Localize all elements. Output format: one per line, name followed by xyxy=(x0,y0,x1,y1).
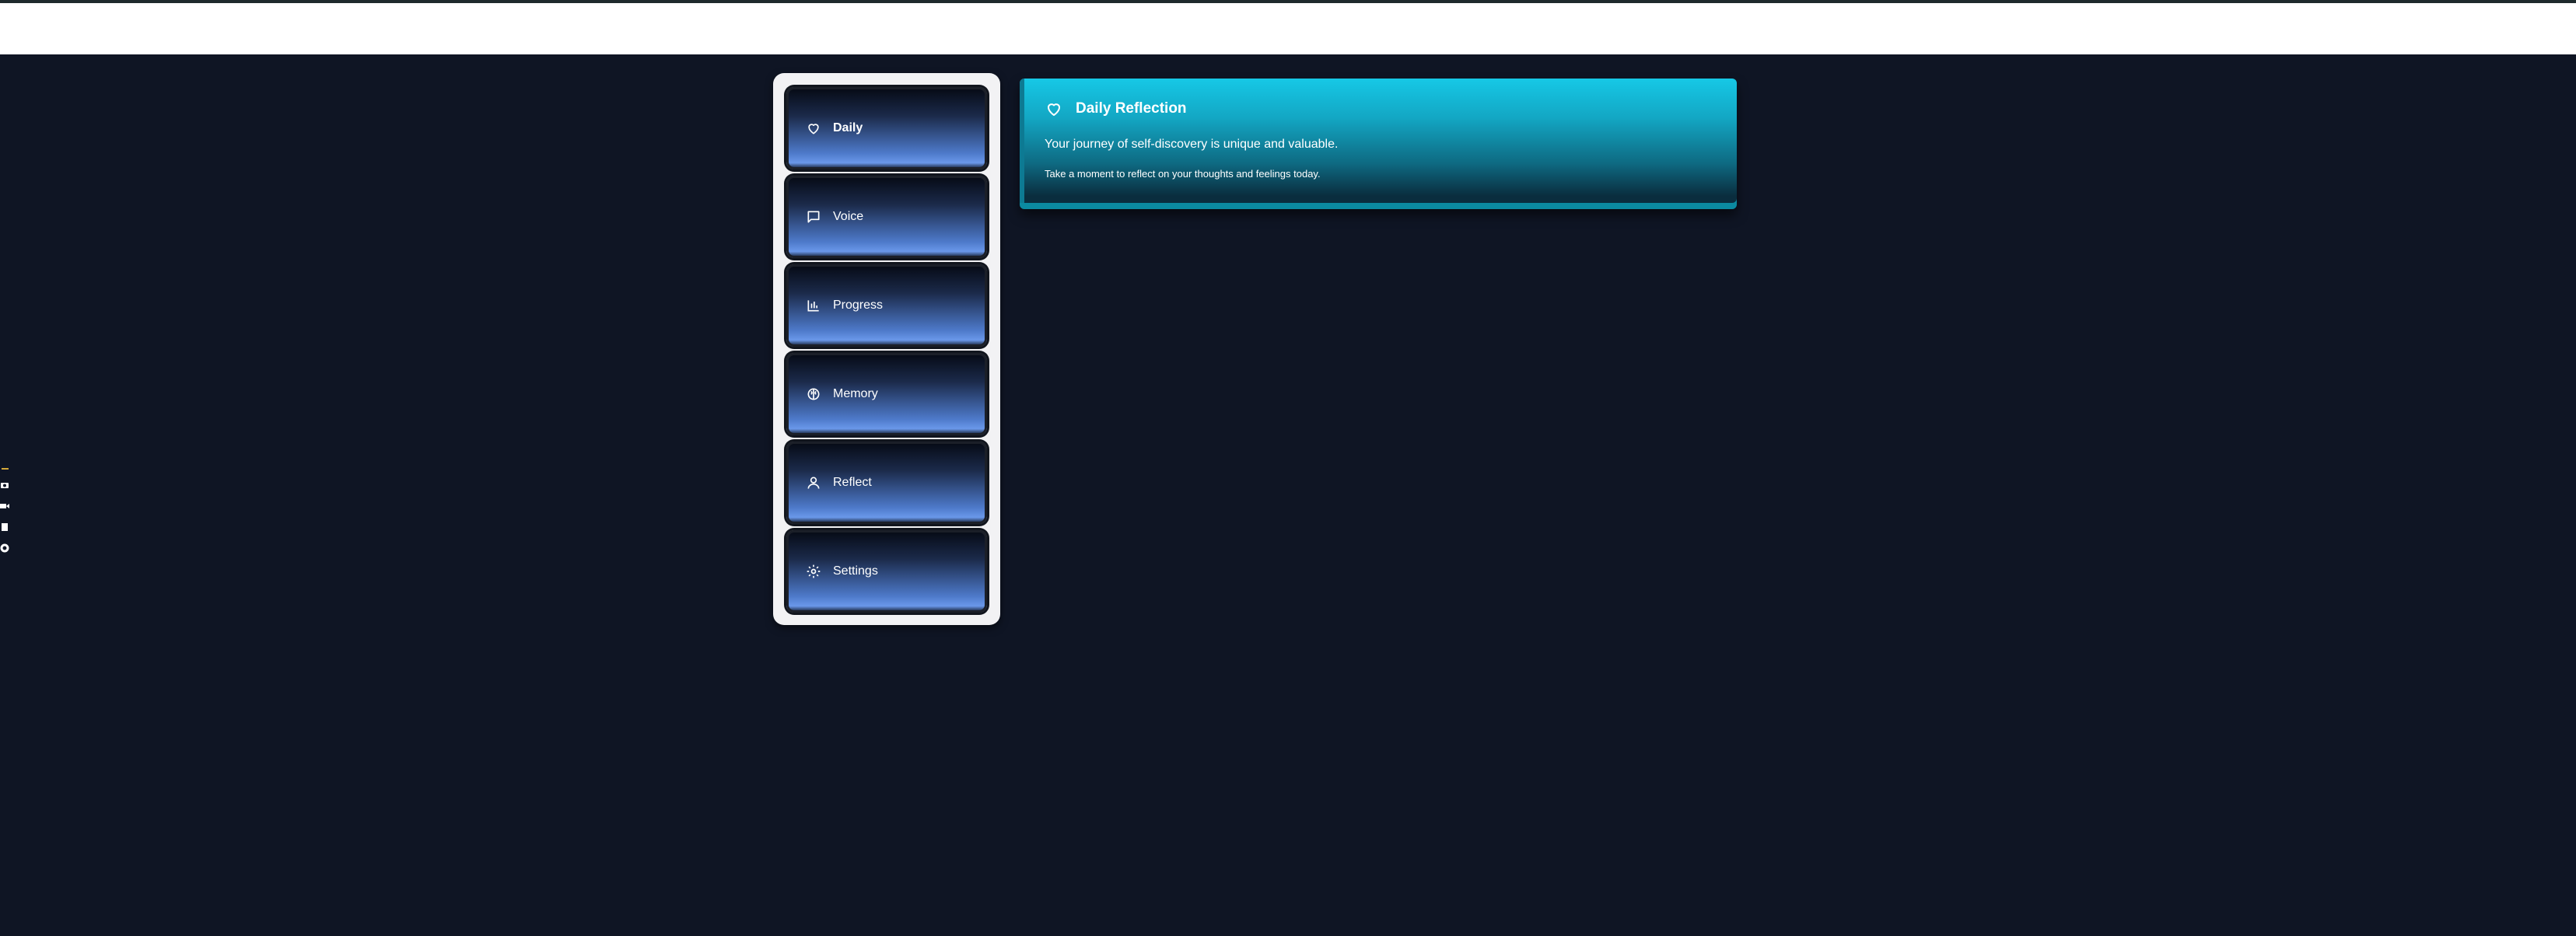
card-header: Daily Reflection xyxy=(1045,97,1187,120)
nav-item-label: Reflect xyxy=(833,476,872,489)
edge-toolbar xyxy=(0,466,11,560)
nav-item-label: Memory xyxy=(833,387,878,400)
nav-item-label: Daily xyxy=(833,121,863,134)
heart-icon xyxy=(805,120,822,137)
nav-item-reflect[interactable]: Reflect xyxy=(786,442,987,524)
message-square-icon xyxy=(805,208,822,225)
heart-icon xyxy=(1045,99,1065,119)
file-icon[interactable] xyxy=(0,522,9,532)
card-note: Take a moment to reflect on your thought… xyxy=(1045,168,1321,180)
card-accent-border xyxy=(1020,79,1024,203)
nav-item-daily[interactable]: Daily xyxy=(786,87,987,169)
daily-reflection-card: Daily Reflection Your journey of self-di… xyxy=(1020,79,1737,209)
sidebar: Daily Voice Progress Memory Reflect Sett… xyxy=(773,73,1000,625)
edge-indicator xyxy=(2,468,9,470)
video-icon[interactable] xyxy=(0,501,9,511)
camera-icon[interactable] xyxy=(0,480,9,490)
nav-item-label: Voice xyxy=(833,210,864,223)
user-icon xyxy=(805,474,822,491)
brain-icon xyxy=(805,386,822,403)
nav-item-voice[interactable]: Voice xyxy=(786,176,987,258)
nav-item-memory[interactable]: Memory xyxy=(786,353,987,435)
nav-item-settings[interactable]: Settings xyxy=(786,530,987,613)
nav-item-label: Progress xyxy=(833,299,884,312)
settings-icon[interactable] xyxy=(0,543,9,553)
bar-chart-icon xyxy=(805,297,822,314)
gear-icon xyxy=(805,563,822,580)
card-title: Daily Reflection xyxy=(1076,100,1187,117)
top-bar xyxy=(0,3,2576,54)
nav-item-progress[interactable]: Progress xyxy=(786,264,987,347)
card-subtitle: Your journey of self-discovery is unique… xyxy=(1045,138,1339,151)
nav-item-label: Settings xyxy=(833,564,878,578)
